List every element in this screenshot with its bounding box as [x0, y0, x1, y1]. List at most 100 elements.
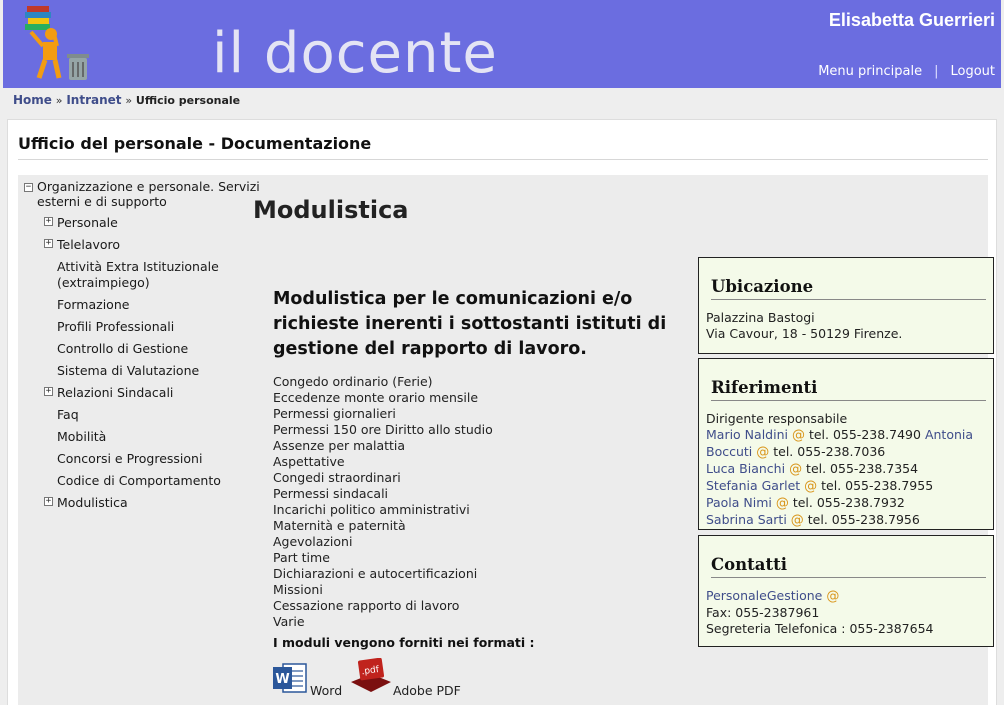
- expand-icon[interactable]: +: [44, 497, 53, 506]
- contact-name-link[interactable]: Paola Nimi: [706, 495, 772, 510]
- expand-icon[interactable]: +: [44, 239, 53, 248]
- contact-tel: tel. 055-238.7956: [807, 512, 920, 527]
- ubicazione-box: Ubicazione Palazzina Bastogi Via Cavour,…: [698, 257, 994, 354]
- email-icon[interactable]: @: [792, 428, 805, 443]
- breadcrumb-separator: »: [55, 94, 63, 107]
- breadcrumb-current: Ufficio personale: [135, 94, 241, 107]
- riferimenti-box: Riferimenti Dirigente responsabile Mario…: [698, 358, 994, 530]
- email-icon[interactable]: @: [826, 589, 839, 604]
- form-list-item[interactable]: Incarichi politico amministrativi: [273, 502, 493, 518]
- form-list-item[interactable]: Congedi straordinari: [273, 470, 493, 486]
- sidebar-item-modulistica[interactable]: + Modulistica: [22, 495, 262, 511]
- form-list-item[interactable]: Eccedenze monte orario mensile: [273, 390, 493, 406]
- sidebar-item-label[interactable]: Controllo di Gestione: [57, 341, 188, 356]
- form-list-item[interactable]: Part time: [273, 550, 493, 566]
- collapse-icon[interactable]: −: [24, 183, 33, 192]
- form-list-item[interactable]: Assenze per malattia: [273, 438, 493, 454]
- sidebar-item-concorsi[interactable]: Concorsi e Progressioni: [22, 451, 262, 467]
- sidebar-item-label[interactable]: Concorsi e Progressioni: [57, 451, 202, 466]
- sidebar-item-faq[interactable]: Faq: [22, 407, 262, 423]
- contact-line: Sabrina Sarti @ tel. 055-238.7956: [706, 512, 986, 529]
- sidebar-item-label[interactable]: Faq: [57, 407, 79, 422]
- tree-root-organizzazione[interactable]: − Organizzazione e personale. Servizi es…: [22, 179, 262, 209]
- sidebar-item-label[interactable]: Codice di Comportamento: [57, 473, 221, 488]
- form-list-item[interactable]: Permessi 150 ore Diritto allo studio: [273, 422, 493, 438]
- form-list-item[interactable]: Permessi sindacali: [273, 486, 493, 502]
- form-list-item[interactable]: Varie: [273, 614, 493, 630]
- header-links: Menu principale | Logout: [818, 64, 995, 79]
- form-list-item[interactable]: Missioni: [273, 582, 493, 598]
- contact-tel: tel. 055-238.7354: [806, 461, 919, 476]
- breadcrumb-home[interactable]: Home: [13, 93, 52, 107]
- form-list-item[interactable]: Dichiarazioni e autocertificazioni: [273, 566, 493, 582]
- contact-name-link[interactable]: Luca Bianchi: [706, 461, 785, 476]
- sidebar-item-label[interactable]: Mobilità: [57, 429, 106, 444]
- contact-name-link[interactable]: Mario Naldini: [706, 427, 788, 442]
- contatti-box: Contatti PersonaleGestione @ Fax: 055-23…: [698, 535, 994, 647]
- word-icon-letter: W: [275, 672, 289, 687]
- form-list-item[interactable]: Cessazione rapporto di lavoro: [273, 598, 493, 614]
- sidebar-item-label[interactable]: Attività Extra Istituzionale (extraimpie…: [57, 259, 219, 290]
- expand-icon[interactable]: +: [44, 217, 53, 226]
- sidebar-tree: − Organizzazione e personale. Servizi es…: [22, 179, 262, 517]
- tree-root-label[interactable]: Organizzazione e personale. Servizi este…: [37, 179, 260, 209]
- header-separator: |: [934, 64, 939, 79]
- sidebar-item-personale[interactable]: + Personale: [22, 215, 262, 231]
- breadcrumb: Home » Intranet » Ufficio personale: [13, 93, 240, 107]
- sidebar-item-label[interactable]: Personale: [57, 215, 118, 230]
- section-title: Modulistica: [253, 196, 409, 224]
- pdf-document-icon: .pdf: [351, 658, 391, 692]
- contact-name-link[interactable]: Sabrina Sarti: [706, 512, 787, 527]
- site-brand: il docente: [212, 21, 498, 86]
- word-document-icon: W: [273, 663, 307, 693]
- contatti-email-link[interactable]: PersonaleGestione: [706, 588, 822, 603]
- sidebar-item-telelavoro[interactable]: + Telelavoro: [22, 237, 262, 253]
- sidebar-item-mobilita[interactable]: Mobilità: [22, 429, 262, 445]
- sidebar-item-label[interactable]: Formazione: [57, 297, 129, 312]
- ubicazione-title: Ubicazione: [711, 277, 986, 300]
- sidebar-item-relazioni[interactable]: + Relazioni Sindacali: [22, 385, 262, 401]
- form-list-item[interactable]: Maternità e paternità: [273, 518, 493, 534]
- form-list: Congedo ordinario (Ferie) Eccedenze mont…: [273, 374, 493, 630]
- menu-principale-link[interactable]: Menu principale: [818, 64, 922, 79]
- form-list-item[interactable]: Agevolazioni: [273, 534, 493, 550]
- ubicazione-line: Via Cavour, 18 - 50129 Firenze.: [706, 326, 903, 341]
- form-list-item[interactable]: Aspettative: [273, 454, 493, 470]
- sidebar-item-attivita-extra[interactable]: Attività Extra Istituzionale (extraimpie…: [22, 259, 262, 291]
- riferimenti-title: Riferimenti: [711, 378, 986, 401]
- sidebar-item-profili[interactable]: Profili Professionali: [22, 319, 262, 335]
- contact-tel: tel. 055-238.7955: [821, 478, 934, 493]
- sidebar-item-valutazione[interactable]: Sistema di Valutazione: [22, 363, 262, 379]
- sidebar-item-label[interactable]: Telelavoro: [57, 237, 120, 252]
- user-name: Elisabetta Guerrieri: [828, 10, 995, 30]
- sidebar-item-label[interactable]: Sistema di Valutazione: [57, 363, 199, 378]
- contact-tel: tel. 055-238.7490: [808, 427, 921, 442]
- email-icon[interactable]: @: [804, 479, 817, 494]
- main-panel: Ufficio del personale - Documentazione −…: [7, 119, 997, 705]
- sidebar-item-codice[interactable]: Codice di Comportamento: [22, 473, 262, 489]
- sidebar-item-label[interactable]: Modulistica: [57, 495, 128, 510]
- sidebar-item-label[interactable]: Profili Professionali: [57, 319, 174, 334]
- contact-tel: tel. 055-238.7932: [792, 495, 905, 510]
- ubicazione-line: Palazzina Bastogi: [706, 310, 815, 325]
- email-icon[interactable]: @: [789, 462, 802, 477]
- sidebar-item-formazione[interactable]: Formazione: [22, 297, 262, 313]
- contatti-fax: Fax: 055-2387961: [706, 605, 820, 620]
- contatti-email-line: PersonaleGestione @: [706, 588, 986, 605]
- logout-link[interactable]: Logout: [950, 64, 995, 79]
- header-bar: il docente Elisabetta Guerrieri Menu pri…: [3, 0, 1001, 88]
- books-trash-person-icon: [25, 6, 89, 80]
- email-icon[interactable]: @: [791, 513, 804, 528]
- email-icon[interactable]: @: [776, 496, 789, 511]
- sidebar-item-controllo[interactable]: Controllo di Gestione: [22, 341, 262, 357]
- contact-tel: tel. 055-238.7036: [773, 444, 886, 459]
- expand-icon[interactable]: +: [44, 387, 53, 396]
- breadcrumb-intranet[interactable]: Intranet: [66, 93, 121, 107]
- email-icon[interactable]: @: [756, 445, 769, 460]
- contact-name-link[interactable]: Stefania Garlet: [706, 478, 800, 493]
- contatti-segreteria: Segreteria Telefonica : 055-2387654: [706, 621, 934, 636]
- breadcrumb-separator: »: [125, 94, 133, 107]
- sidebar-item-label[interactable]: Relazioni Sindacali: [57, 385, 173, 400]
- form-list-item[interactable]: Congedo ordinario (Ferie): [273, 374, 493, 390]
- form-list-item[interactable]: Permessi giornalieri: [273, 406, 493, 422]
